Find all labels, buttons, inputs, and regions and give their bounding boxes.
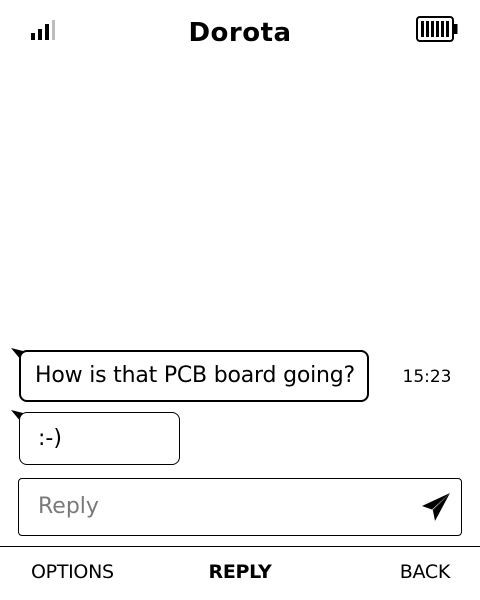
message-text: How is that PCB board going? <box>35 363 355 388</box>
reply-input[interactable] <box>19 479 399 534</box>
message-bubble[interactable]: How is that PCB board going? <box>19 350 369 402</box>
message-bubble[interactable]: :-) <box>19 412 180 465</box>
status-bar: Dorota <box>0 0 480 66</box>
contact-name-title: Dorota <box>188 18 292 48</box>
message-timestamp: 15:23 <box>402 367 452 387</box>
message-text: :-) <box>38 425 62 451</box>
send-icon[interactable] <box>420 491 452 523</box>
back-softkey[interactable]: BACK <box>400 558 451 586</box>
softkey-divider <box>0 546 480 547</box>
reply-box[interactable] <box>18 478 462 536</box>
battery-icon <box>416 16 458 42</box>
